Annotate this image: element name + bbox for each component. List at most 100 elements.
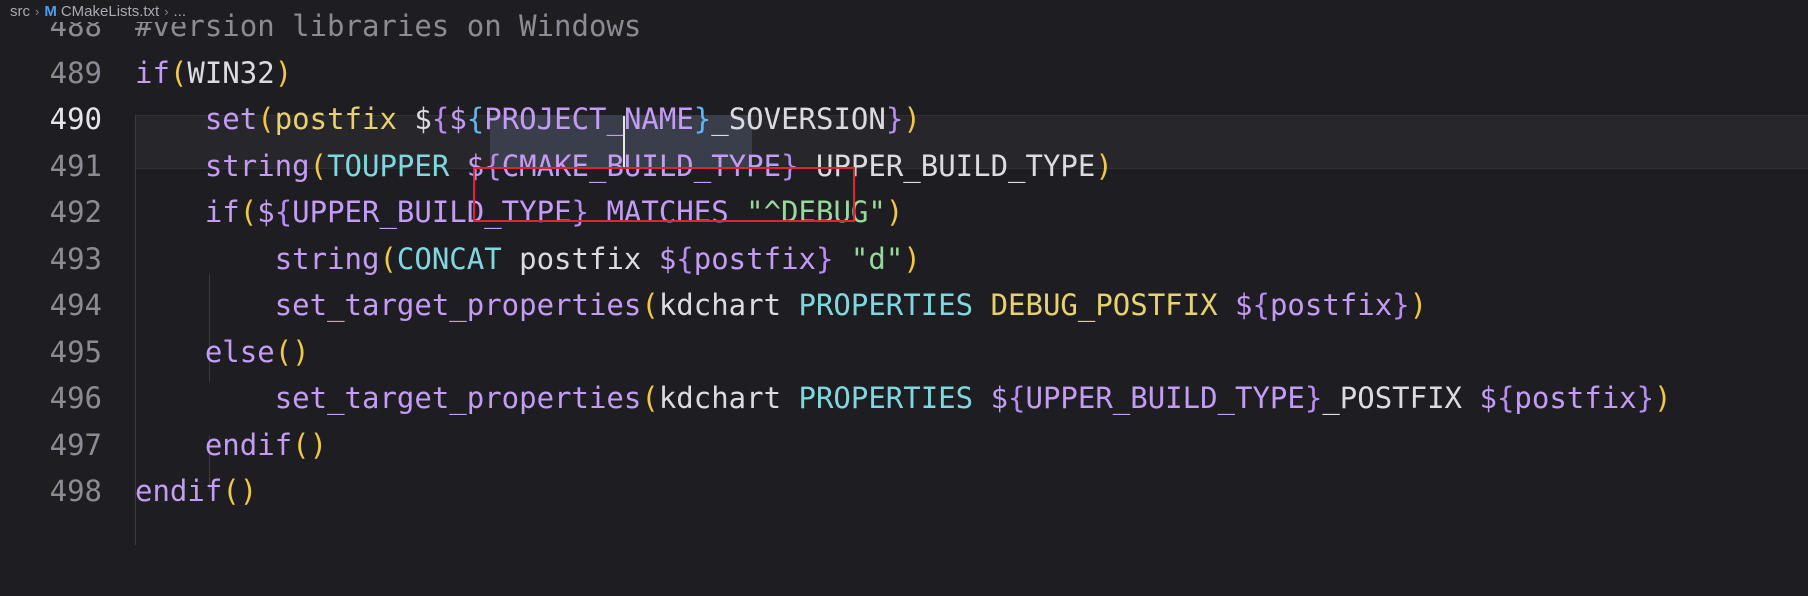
code-token: PROJECT_NAME bbox=[484, 102, 694, 137]
code-token: } bbox=[885, 102, 904, 137]
line-number: 497 bbox=[49, 427, 102, 462]
code-text: else() bbox=[135, 335, 310, 369]
code-token: string bbox=[274, 241, 380, 276]
code-token: $ bbox=[1235, 288, 1253, 323]
code-token: } bbox=[693, 102, 712, 137]
code-token: ) bbox=[1654, 381, 1672, 416]
code-token: { bbox=[466, 102, 485, 137]
code-token: } bbox=[1304, 381, 1323, 416]
code-line[interactable]: 497 endif() bbox=[0, 422, 1808, 469]
code-text: set_target_properties(kdchart PROPERTIES… bbox=[135, 381, 1672, 415]
code-token: "d" bbox=[850, 241, 904, 276]
code-line[interactable]: 492 if(${UPPER_BUILD_TYPE} MATCHES "^DEB… bbox=[0, 189, 1808, 236]
code-text: endif() bbox=[135, 428, 327, 462]
breadcrumb-item-src[interactable]: src bbox=[10, 3, 30, 20]
line-number: 496 bbox=[49, 381, 102, 416]
code-line[interactable]: 496 set_target_properties(kdchart PROPER… bbox=[0, 375, 1808, 422]
code-line[interactable]: 490 set(postfix ${${PROJECT_NAME}_SOVERS… bbox=[0, 96, 1808, 143]
code-token: ) bbox=[274, 55, 293, 90]
editor-window: 488 #version libraries on Windows 489 if(WI… bbox=[0, 0, 1808, 596]
code-token: if bbox=[204, 195, 240, 230]
code-token: () bbox=[292, 427, 328, 462]
code-token: { bbox=[274, 195, 293, 230]
code-token: set_target_properties bbox=[274, 381, 642, 416]
code-token: #version libraries on Windows bbox=[135, 9, 642, 44]
breadcrumb-item-file[interactable]: CMakeLists.txt bbox=[61, 3, 159, 20]
code-token: postfix bbox=[693, 241, 816, 276]
breadcrumb-item-more[interactable]: ... bbox=[174, 3, 187, 20]
code-token: ( bbox=[257, 102, 275, 137]
code-token: $ bbox=[990, 381, 1009, 416]
code-token: ) bbox=[903, 102, 921, 137]
code-token: { bbox=[1008, 381, 1026, 416]
code-line[interactable]: 494 set_target_properties(kdchart PROPER… bbox=[0, 282, 1808, 329]
code-token: { bbox=[676, 241, 694, 276]
code-token: ( bbox=[169, 55, 188, 90]
line-number: 492 bbox=[49, 195, 102, 230]
code-token: kdchart bbox=[658, 288, 799, 323]
code-token: ) bbox=[885, 195, 904, 230]
code-token: PROPERTIES bbox=[798, 381, 991, 416]
code-token: { bbox=[1496, 381, 1515, 416]
code-token: () bbox=[274, 334, 310, 369]
line-number: 489 bbox=[49, 55, 102, 90]
line-number: 494 bbox=[49, 288, 102, 323]
code-token: ( bbox=[239, 195, 258, 230]
code-token: set_target_properties bbox=[274, 288, 642, 323]
code-token: _POSTFIX bbox=[1322, 381, 1480, 416]
code-token: endif bbox=[135, 474, 223, 509]
chevron-right-icon: › bbox=[164, 3, 169, 19]
code-token: $ bbox=[449, 102, 467, 137]
code-token: postfix bbox=[519, 241, 659, 276]
code-token: DEBUG_POSTFIX bbox=[990, 288, 1235, 323]
code-token: ( bbox=[309, 148, 328, 183]
breadcrumb: src › M CMakeLists.txt › ... bbox=[10, 0, 187, 22]
text-cursor bbox=[623, 116, 625, 168]
code-token: { bbox=[1252, 288, 1270, 323]
code-token: $ bbox=[1479, 381, 1497, 416]
line-number: 495 bbox=[49, 334, 102, 369]
line-number: 493 bbox=[49, 241, 102, 276]
code-token: string bbox=[204, 148, 310, 183]
code-token: } bbox=[1636, 381, 1655, 416]
code-token: } bbox=[1392, 288, 1410, 323]
code-token: postfix bbox=[1514, 381, 1637, 416]
code-line[interactable]: 498 endif() bbox=[0, 468, 1808, 515]
code-token: postfix bbox=[1269, 288, 1393, 323]
code-line[interactable]: 488 #version libraries on Windows bbox=[0, 3, 1808, 50]
code-token: $ bbox=[658, 241, 677, 276]
code-text: set(postfix ${${PROJECT_NAME}_SOVERSION}… bbox=[135, 102, 921, 136]
chevron-right-icon: › bbox=[35, 3, 40, 19]
code-line[interactable]: 489 if(WIN32) bbox=[0, 50, 1808, 97]
code-token: ( bbox=[641, 288, 659, 323]
code-token: ) bbox=[1095, 148, 1113, 183]
code-token: kdchart bbox=[658, 381, 799, 416]
code-editor[interactable]: 488 #version libraries on Windows 489 if(WI… bbox=[0, 0, 1808, 596]
code-line[interactable]: 491 string(TOUPPER ${CMAKE_BUILD_TYPE} U… bbox=[0, 143, 1808, 190]
code-token: set bbox=[204, 102, 258, 137]
code-text: string(CONCAT postfix ${postfix} "d") bbox=[135, 242, 921, 276]
code-token: postfix bbox=[274, 102, 415, 137]
code-text: if(WIN32) bbox=[135, 56, 292, 90]
code-token: () bbox=[222, 474, 258, 509]
code-text: #version libraries on Windows bbox=[135, 9, 641, 43]
code-token: _SOVERSION bbox=[711, 102, 886, 137]
cmake-file-icon: M bbox=[44, 2, 57, 20]
code-text: endif() bbox=[135, 474, 257, 508]
code-token: $ bbox=[414, 102, 432, 137]
highlight-box bbox=[473, 167, 855, 222]
code-token: CONCAT bbox=[396, 241, 520, 276]
code-token: ( bbox=[641, 381, 659, 416]
code-line[interactable]: 493 string(CONCAT postfix ${postfix} "d"… bbox=[0, 236, 1808, 283]
code-token: ( bbox=[379, 241, 397, 276]
code-line[interactable]: 495 else() bbox=[0, 329, 1808, 376]
code-text: set_target_properties(kdchart PROPERTIES… bbox=[135, 288, 1427, 322]
line-number: 490 bbox=[49, 102, 102, 137]
code-token: WIN32 bbox=[187, 55, 275, 90]
